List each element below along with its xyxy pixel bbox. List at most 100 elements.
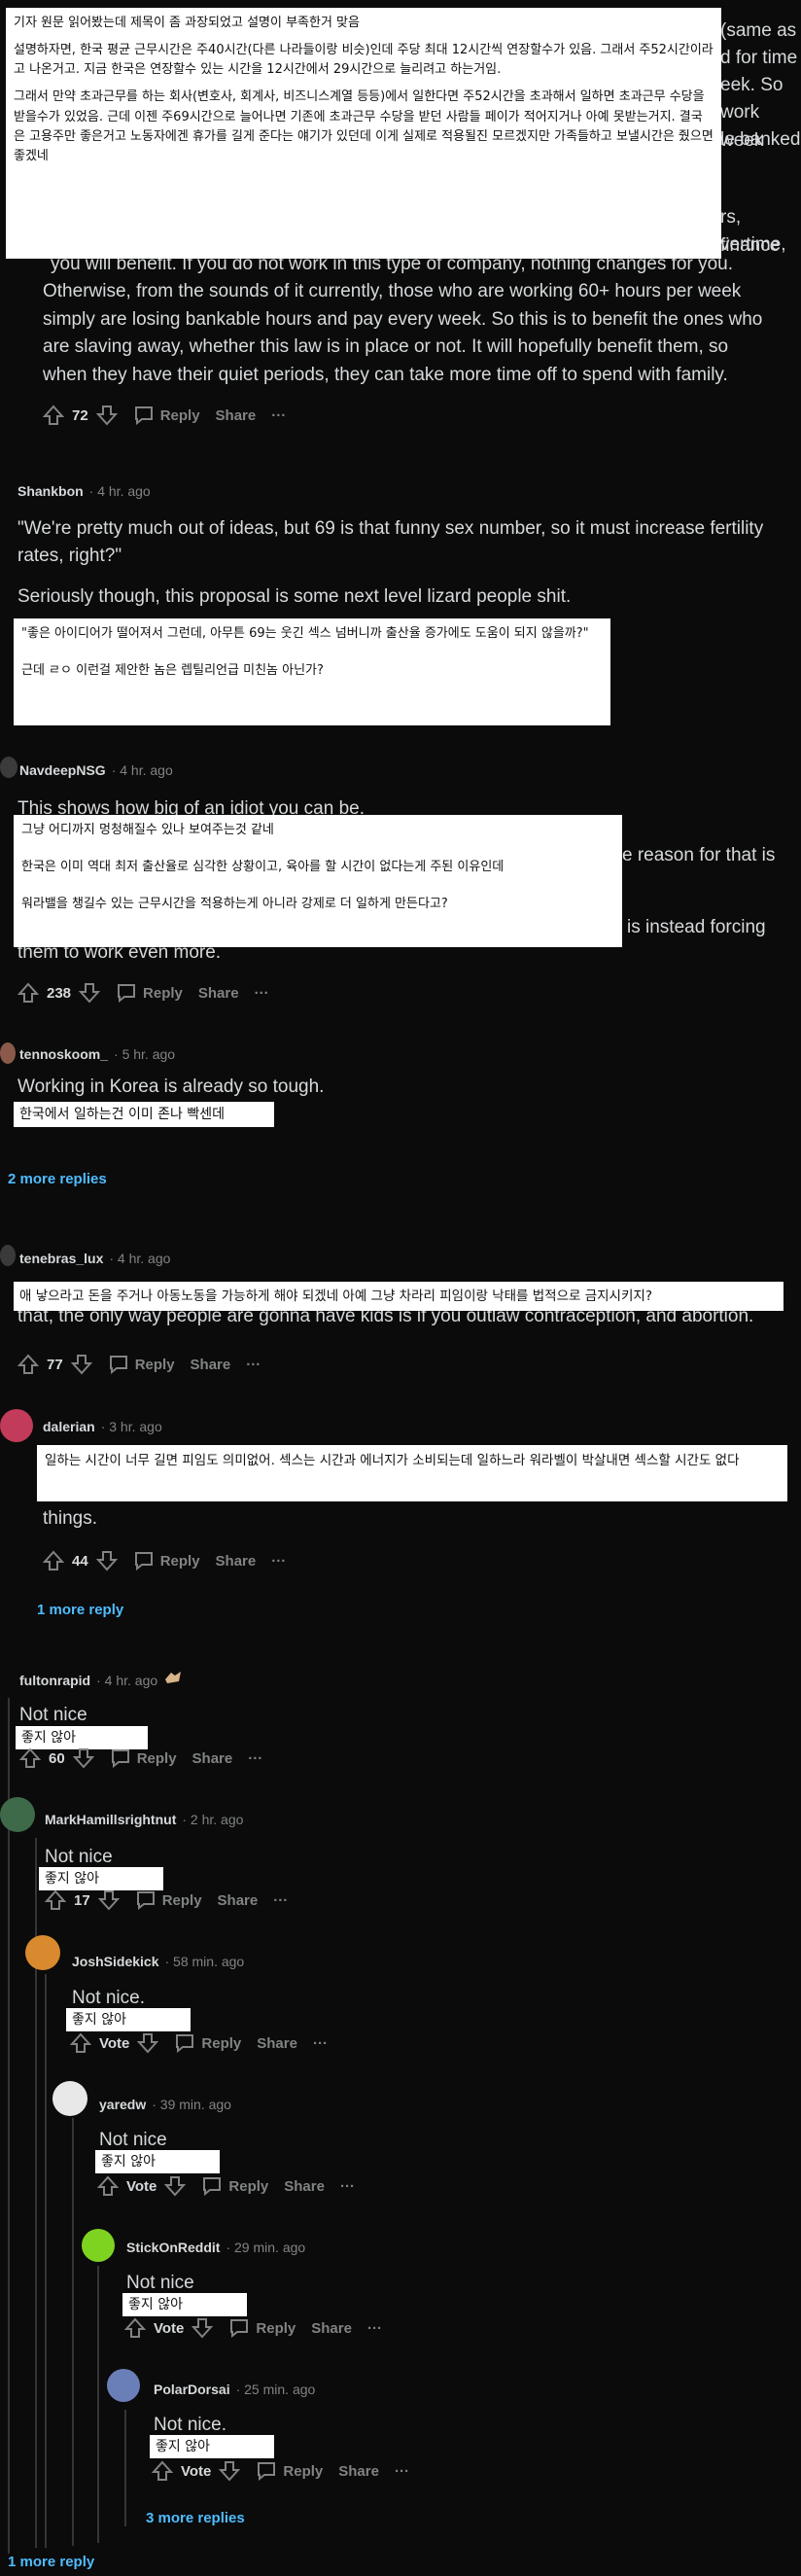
thread-line[interactable] xyxy=(72,2118,74,2546)
more-options-button[interactable]: ··· xyxy=(273,1892,288,1909)
reply-button[interactable]: Reply xyxy=(135,1890,202,1910)
comment-line: are slaving away, whether this law is in… xyxy=(43,336,729,357)
more-replies-link[interactable]: 3 more replies xyxy=(146,2510,245,2526)
avatar[interactable] xyxy=(0,1409,33,1442)
downvote-icon[interactable] xyxy=(137,2032,159,2054)
upvote-icon[interactable] xyxy=(152,2460,173,2482)
translation-overlay: 그냥 어디까지 멍청해질수 있나 보여주는것 같네 한국은 이미 역대 최저 출… xyxy=(14,815,622,947)
avatar[interactable] xyxy=(0,1245,16,1266)
reply-button[interactable]: Reply xyxy=(116,983,183,1003)
upvote-icon[interactable] xyxy=(45,1889,66,1911)
username[interactable]: StickOnReddit xyxy=(126,2240,220,2255)
avatar[interactable] xyxy=(107,2369,140,2402)
more-options-button[interactable]: ··· xyxy=(255,985,269,1002)
share-button[interactable]: Share xyxy=(216,407,257,424)
downvote-icon[interactable] xyxy=(70,1354,92,1375)
more-options-button[interactable]: ··· xyxy=(367,2320,382,2337)
thread-line[interactable] xyxy=(45,1974,47,2548)
downvote-icon[interactable] xyxy=(95,1550,118,1571)
upvote-icon[interactable] xyxy=(19,1747,41,1769)
share-button[interactable]: Share xyxy=(216,1553,257,1570)
reply-button[interactable]: Reply xyxy=(228,2318,296,2338)
upvote-icon[interactable] xyxy=(43,405,64,426)
downvote-icon[interactable] xyxy=(72,1747,94,1769)
reply-button[interactable]: Reply xyxy=(133,406,200,425)
more-replies-link[interactable]: 1 more reply xyxy=(8,2554,94,2570)
share-button[interactable]: Share xyxy=(338,2463,379,2480)
reply-button[interactable]: Reply xyxy=(108,1355,175,1374)
reply-button[interactable]: Reply xyxy=(256,2461,323,2481)
username[interactable]: MarkHamillsrightnut xyxy=(45,1812,176,1827)
upvote-icon[interactable] xyxy=(124,2317,146,2339)
comment-line: Seriously though, this proposal is some … xyxy=(17,586,572,607)
more-replies-link[interactable]: 1 more reply xyxy=(37,1602,123,1618)
username[interactable]: NavdeepNSG xyxy=(19,762,106,778)
share-label: Share xyxy=(192,1749,233,1767)
avatar[interactable] xyxy=(52,2081,87,2116)
downvote-icon[interactable] xyxy=(97,1889,120,1911)
avatar[interactable] xyxy=(25,1935,60,1970)
share-label: Share xyxy=(190,1356,231,1373)
username[interactable]: tenebras_lux xyxy=(19,1251,103,1266)
share-button[interactable]: Share xyxy=(218,1892,259,1909)
share-button[interactable]: Share xyxy=(284,2178,325,2195)
more-options-button[interactable]: ··· xyxy=(313,2035,328,2052)
share-label: Share xyxy=(311,2319,352,2337)
thread-line[interactable] xyxy=(124,2410,126,2526)
upvote-icon[interactable] xyxy=(17,1354,39,1375)
downvote-icon[interactable] xyxy=(219,2460,241,2482)
more-options-button[interactable]: ··· xyxy=(271,407,286,424)
share-button[interactable]: Share xyxy=(198,985,239,1002)
downvote-icon[interactable] xyxy=(164,2175,187,2197)
translation-paragraph: 근데 ㄹㅇ 이런걸 제안한 놈은 렙틸리언급 미친놈 아닌가? xyxy=(21,663,324,679)
reply-label: Reply xyxy=(201,2034,242,2052)
username[interactable]: dalerian xyxy=(43,1419,95,1434)
share-button[interactable]: Share xyxy=(192,1750,233,1767)
comment-header: MarkHamillsrightnut · 2 hr. ago xyxy=(45,1812,243,1827)
avatar[interactable] xyxy=(0,1797,35,1832)
downvote-icon[interactable] xyxy=(95,405,118,426)
downvote-icon[interactable] xyxy=(192,2317,214,2339)
comment-text-fragment: le banked xyxy=(720,129,801,150)
more-options-button[interactable]: ··· xyxy=(395,2463,409,2480)
comment-line: things. xyxy=(43,1508,97,1529)
reply-label: Reply xyxy=(159,1552,200,1570)
comment-text-fragment: eek. So xyxy=(720,75,784,95)
comment-actions: 72 Reply Share ··· xyxy=(43,405,286,426)
share-label: Share xyxy=(215,406,257,424)
share-label: Share xyxy=(257,2034,297,2052)
username[interactable]: PolarDorsai xyxy=(154,2382,230,2397)
comment-actions: 77 Reply Share ··· xyxy=(17,1354,261,1375)
share-button[interactable]: Share xyxy=(191,1357,231,1373)
share-button[interactable]: Share xyxy=(311,2320,352,2337)
username[interactable]: Shankbon xyxy=(17,483,84,499)
more-replies-link[interactable]: 2 more replies xyxy=(8,1171,107,1187)
upvote-icon[interactable] xyxy=(43,1550,64,1571)
more-options-button[interactable]: ··· xyxy=(246,1357,261,1373)
username[interactable]: JoshSidekick xyxy=(72,1954,159,1969)
more-options-button[interactable]: ··· xyxy=(340,2178,355,2195)
upvote-icon[interactable] xyxy=(17,982,39,1004)
thread-line[interactable] xyxy=(97,2266,99,2543)
upvote-icon[interactable] xyxy=(70,2032,91,2054)
downvote-icon[interactable] xyxy=(79,982,101,1004)
timestamp: · 58 min. ago xyxy=(164,1954,245,1969)
avatar[interactable] xyxy=(0,757,17,778)
more-options-button[interactable]: ··· xyxy=(248,1750,262,1767)
username[interactable]: yaredw xyxy=(99,2097,146,2112)
reply-button[interactable]: Reply xyxy=(201,2176,268,2196)
vote-count: 238 xyxy=(47,984,72,1002)
avatar[interactable] xyxy=(0,1042,16,1064)
translation-paragraph: 한국은 이미 역대 최저 출산율로 심각한 상황이고, 육아를 할 시간이 없다… xyxy=(21,860,505,875)
reply-button[interactable]: Reply xyxy=(174,2033,241,2053)
reply-button[interactable]: Reply xyxy=(133,1551,200,1570)
share-button[interactable]: Share xyxy=(257,2035,297,2052)
username[interactable]: fultonrapid xyxy=(19,1673,90,1688)
comment-text-fragment: d for time xyxy=(720,48,798,68)
translation-paragraph: 그냥 어디까지 멍청해질수 있나 보여주는것 같네 xyxy=(21,823,274,837)
avatar[interactable] xyxy=(82,2229,115,2262)
upvote-icon[interactable] xyxy=(97,2175,119,2197)
reply-button[interactable]: Reply xyxy=(110,1748,177,1768)
more-options-button[interactable]: ··· xyxy=(271,1553,286,1570)
username[interactable]: tennoskoom_ xyxy=(19,1046,108,1062)
